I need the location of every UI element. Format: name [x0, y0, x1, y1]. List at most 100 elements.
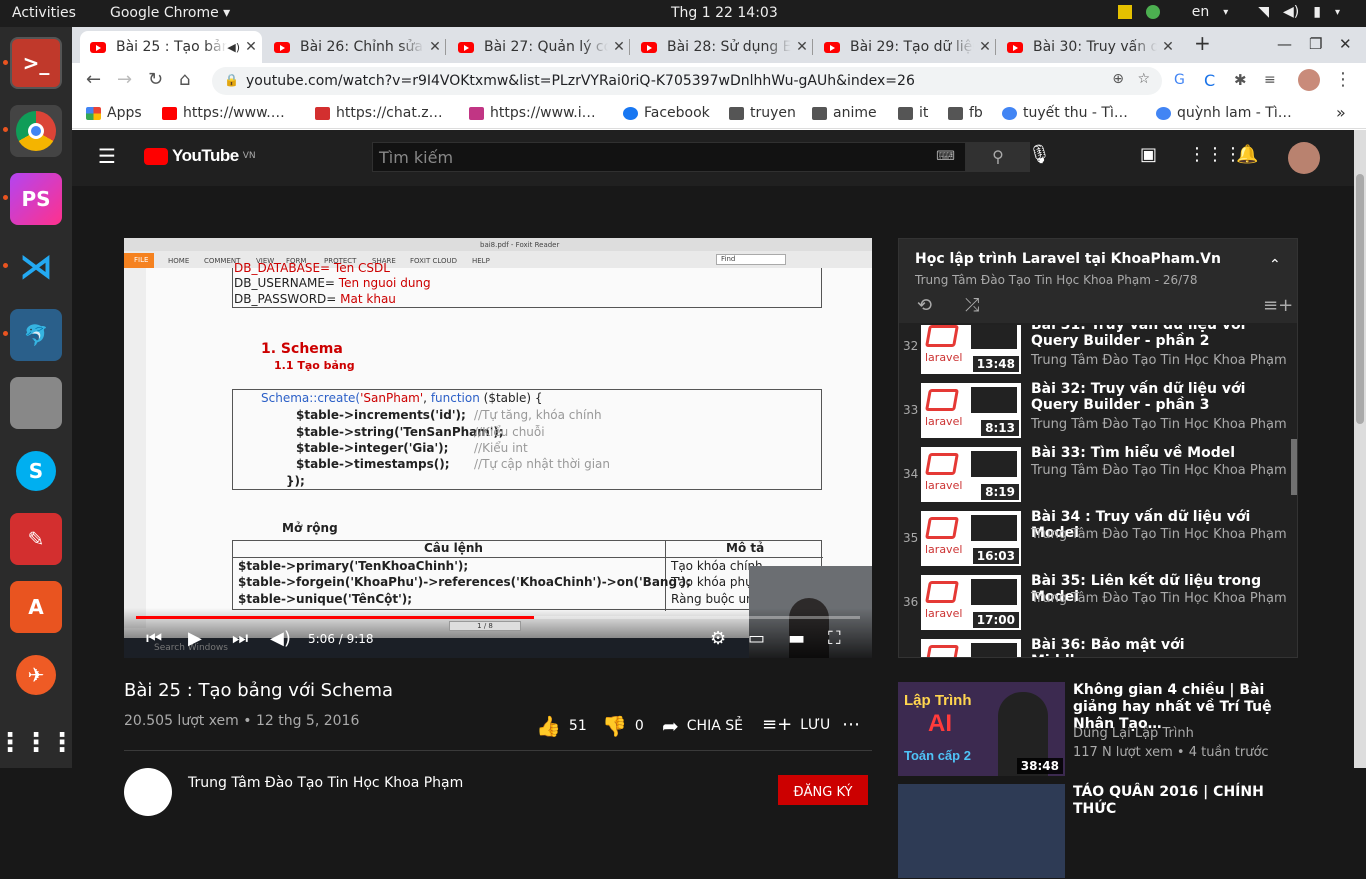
bookmark-folder[interactable]: it	[898, 105, 928, 121]
tab[interactable]: Bài 27: Quản lý cơ sở dữ liệu✕	[448, 31, 630, 63]
bookmark-folder[interactable]: anime	[812, 105, 877, 121]
create-video-icon[interactable]: ▣	[1140, 144, 1157, 165]
mysql-workbench-icon[interactable]: 🐬	[10, 309, 62, 361]
vscode-icon[interactable]: ⋊	[10, 241, 62, 293]
save-playlist-icon[interactable]: ≡+	[1263, 295, 1293, 316]
recommended-video[interactable]: TÁO QUÂN 2016 | CHÍNH THỨC	[898, 784, 1298, 879]
playlist-item[interactable]: 36 laravel 17:00 Bài 35: Liên kết dữ liệu t…	[899, 571, 1289, 631]
previous-icon[interactable]: ⏮	[146, 628, 162, 649]
pin-app-icon[interactable]: ✎	[10, 513, 62, 565]
minimize-button[interactable]: —	[1277, 35, 1292, 53]
translate-extension-icon[interactable]: G	[1174, 72, 1185, 88]
dislike-button[interactable]: 👎 0	[602, 714, 644, 738]
activities-button[interactable]: Activities	[12, 5, 76, 21]
close-tab-icon[interactable]: ✕	[424, 39, 446, 55]
tab[interactable]: Bài 29: Tạo dữ liệu mẫu✕	[814, 31, 996, 63]
close-tab-icon[interactable]: ✕	[240, 39, 262, 55]
bookmark-google[interactable]: tuyết thu - Tì…	[1002, 105, 1128, 121]
play-icon[interactable]: ▶	[188, 628, 202, 649]
skype-icon[interactable]: S	[10, 445, 62, 497]
playlist-item[interactable]: 34 laravel 8:19 Bài 33: Tìm hiểu về Model Tr…	[899, 443, 1289, 503]
reload-button[interactable]: ↻	[148, 69, 163, 90]
fullscreen-icon[interactable]: ⛶	[828, 628, 841, 649]
video-player[interactable]: bai8.pdf - Foxit Reader FILE HOME COMMEN…	[124, 238, 872, 658]
bookmark-folder[interactable]: truyen	[729, 105, 796, 121]
bookmark-star-icon[interactable]: ☆	[1137, 71, 1150, 87]
forward-button[interactable]: →	[117, 69, 132, 90]
show-apps-icon[interactable]: ⋮⋮⋮	[0, 717, 75, 769]
close-tab-icon[interactable]: ✕	[974, 39, 996, 55]
save-button[interactable]: ≡+ LƯU	[762, 714, 830, 735]
close-tab-icon[interactable]: ✕	[1157, 39, 1179, 55]
profile-avatar[interactable]	[1298, 69, 1320, 91]
audio-icon[interactable]: ◀)	[227, 41, 240, 54]
progress-bar[interactable]	[136, 616, 860, 619]
software-center-icon[interactable]: A	[10, 581, 62, 633]
close-window-button[interactable]: ✕	[1339, 35, 1352, 53]
youtube-logo[interactable]: YouTube VN	[144, 146, 256, 166]
recommended-video[interactable]: Lập Trình AI Toán cấp 2 38:48 Không gian…	[898, 682, 1298, 777]
home-button[interactable]: ⌂	[179, 69, 190, 90]
bookmark-apps[interactable]: Apps	[86, 105, 142, 121]
clock[interactable]: Thg 1 22 14:03	[671, 5, 778, 21]
volume-icon[interactable]: ◀)	[1283, 4, 1299, 20]
tab[interactable]: Bài 30: Truy vấn dữ liệu✕	[997, 31, 1179, 63]
tab[interactable]: Bài 26: Chỉnh sửa bảng với Schema✕	[264, 31, 446, 63]
language-indicator[interactable]: en	[1192, 4, 1210, 20]
channel-avatar[interactable]	[124, 768, 172, 816]
bookmark-facebook[interactable]: Facebook	[623, 105, 710, 121]
tab-active[interactable]: Bài 25 : Tạo bảng với Schema◀)✕	[80, 31, 262, 63]
terminal-icon[interactable]: >_	[10, 37, 62, 89]
shield-check-icon[interactable]	[1145, 5, 1160, 19]
phpstorm-icon[interactable]: PS	[10, 173, 62, 225]
bookmark-google[interactable]: quỳnh lam - Tì…	[1156, 105, 1292, 121]
postman-icon[interactable]: ✈	[10, 649, 62, 701]
playlist-title[interactable]: Học lập trình Laravel tại KhoaPham.Vn	[915, 251, 1221, 267]
playlist-item[interactable]: 35 laravel 16:03 Bài 34 : Truy vấn dữ liệu …	[899, 507, 1289, 567]
files-icon[interactable]	[10, 377, 62, 429]
collapse-chevron-icon[interactable]: ⌃	[1269, 257, 1281, 273]
loop-icon[interactable]: ⟲	[917, 295, 932, 316]
playlist-item[interactable]: 33 laravel 8:13 Bài 32: Truy vấn dữ liệu vớ…	[899, 379, 1289, 439]
theater-mode-icon[interactable]: ▬	[788, 628, 805, 649]
new-tab-button[interactable]: +	[1194, 31, 1211, 55]
keyboard-icon[interactable]: ⌨	[936, 149, 955, 164]
extension-c-icon[interactable]: C	[1204, 71, 1215, 90]
bookmark-youtube[interactable]: https://www.…	[162, 105, 285, 121]
tab[interactable]: Bài 28: Sử dụng Eloquent✕	[631, 31, 813, 63]
notifications-bell-icon[interactable]: 🔔	[1236, 144, 1258, 165]
wifi-icon[interactable]: ◥	[1258, 4, 1269, 20]
volume-icon[interactable]: ◀)	[270, 628, 291, 649]
extensions-puzzle-icon[interactable]: ✱	[1234, 71, 1247, 89]
like-button[interactable]: 👍 51	[536, 714, 587, 738]
playlist-scrollbar[interactable]	[1291, 439, 1297, 495]
close-tab-icon[interactable]: ✕	[791, 39, 813, 55]
playlist-item[interactable]: Bài 36: Bảo mật với Middleware	[899, 635, 1289, 657]
install-icon[interactable]: ⊕	[1112, 71, 1124, 87]
notes-icon[interactable]	[1117, 5, 1132, 19]
battery-icon[interactable]: ▮	[1313, 4, 1321, 20]
channel-name[interactable]: Trung Tâm Đào Tạo Tin Học Khoa Phạm	[188, 775, 463, 791]
app-menu[interactable]: Google Chrome ▾	[110, 5, 230, 21]
apps-icon[interactable]: ⋮⋮⋮	[1188, 144, 1242, 165]
playlist-item[interactable]: 32 laravel 13:48 Bài 31: Truy vấn dữ liệu v…	[899, 325, 1289, 375]
chrome-icon[interactable]	[10, 105, 62, 157]
page-scrollbar[interactable]	[1354, 130, 1366, 768]
bookmark-instagram[interactable]: https://www.i…	[469, 105, 596, 121]
media-controls-icon[interactable]: ≡	[1264, 72, 1276, 88]
mic-icon[interactable]: 🎙	[1028, 144, 1051, 165]
chrome-menu-icon[interactable]: ⋮	[1334, 69, 1352, 90]
maximize-button[interactable]: ❐	[1309, 35, 1322, 53]
close-tab-icon[interactable]: ✕	[608, 39, 630, 55]
miniplayer-icon[interactable]: ▭	[748, 628, 765, 649]
settings-gear-icon[interactable]: ⚙	[710, 628, 726, 649]
account-avatar[interactable]	[1288, 142, 1320, 174]
next-icon[interactable]: ⏭	[232, 628, 248, 649]
system-menu-icon[interactable]: ▾	[1335, 7, 1340, 18]
more-actions-icon[interactable]: ⋯	[842, 714, 860, 735]
bookmark-zalo[interactable]: https://chat.z…	[315, 105, 443, 121]
scrollbar-thumb[interactable]	[1356, 174, 1364, 424]
lock-icon[interactable]: 🔒	[224, 73, 239, 87]
shuffle-icon[interactable]: ⤮	[965, 295, 979, 316]
back-button[interactable]: ←	[86, 69, 101, 90]
